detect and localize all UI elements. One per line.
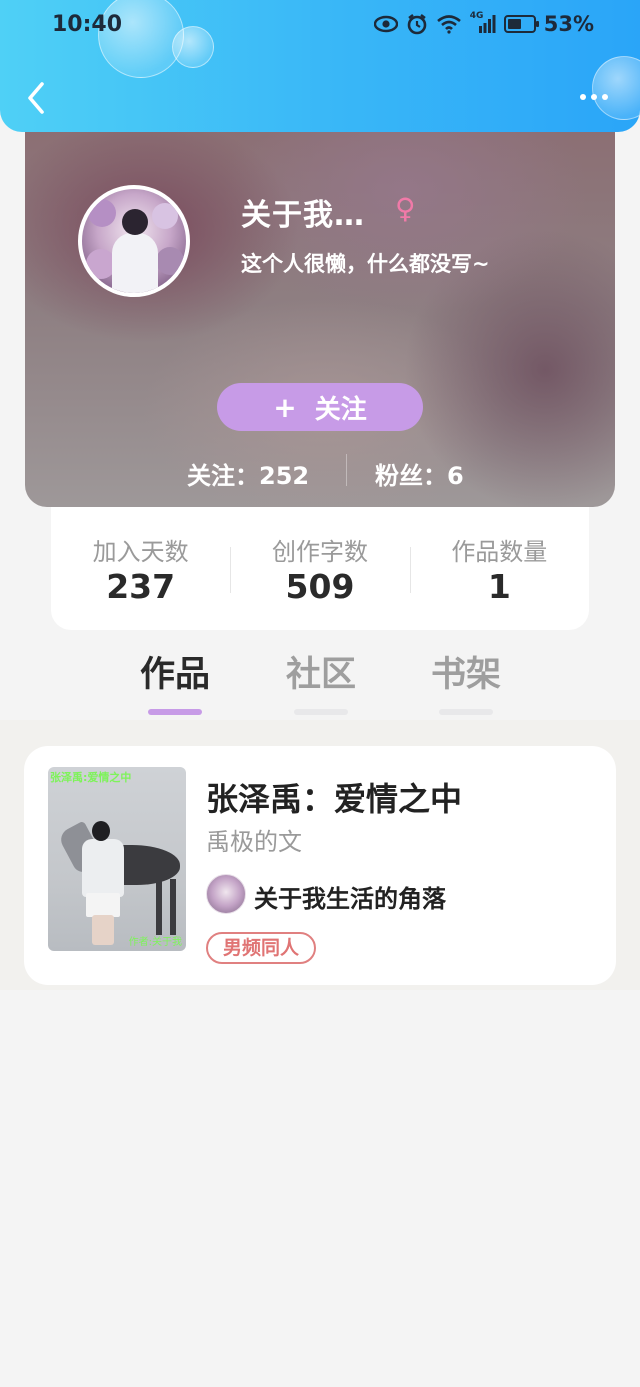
divider [230,547,231,593]
avatar-decor [88,199,116,227]
work-title: 张泽禹：爱情之中 [206,780,463,818]
stat-value: 237 [106,567,176,606]
eye-icon [373,15,398,33]
divider [346,454,347,486]
profile-header-card: 关于我… ♀ 这个人很懒，什么都没写~ + 关注 关注：252 粉丝：6 [25,110,615,507]
author-avatar [206,874,246,914]
stat-value: 1 [487,567,511,606]
cover-art [156,879,162,935]
tab-indicator [148,709,202,715]
chevron-left-icon [28,82,44,114]
alarm-icon [407,14,427,35]
avatar-person [112,233,158,293]
cellular-signal-icon: 4G [470,11,496,34]
tab-label: 社区 [285,655,356,695]
fans-count[interactable]: 粉丝：6 [375,456,464,491]
tab-label: 作品 [139,655,210,695]
author-stats-card: 加入天数 237 创作字数 509 作品数量 1 [51,507,589,630]
battery-icon [503,15,539,33]
cover-art [86,893,120,917]
tab-indicator [294,709,348,715]
more-options-button[interactable] [574,84,614,110]
more-dot [602,94,608,100]
top-header: 10:40 4G 53% [0,0,640,132]
divider [410,547,411,593]
cover-author-text: 作者:关于我 [128,937,182,948]
wifi-icon [436,15,461,34]
profile-signature: 这个人很懒，什么都没写~ [241,252,490,276]
avatar-decor [156,247,184,275]
profile-nickname: 关于我… [241,198,365,233]
status-icons: 4G 53% [373,11,594,36]
cover-art [92,915,114,945]
cover-title-text: 张泽禹:爱情之中 [50,771,132,784]
status-bar: 10:40 4G 53% [0,0,640,52]
stat-label: 加入天数 [92,538,189,566]
stat-word-count: 创作字数 509 [230,507,409,630]
plus-icon: + [273,390,297,424]
avatar-person [122,209,148,235]
tab-bookshelf[interactable]: 书架 [411,646,521,715]
follow-stats: 关注：252 粉丝：6 [25,450,615,490]
tab-community[interactable]: 社区 [266,646,376,715]
cover-art [82,839,124,897]
more-dot [591,94,597,100]
follow-button-label: 关注 [314,394,367,425]
stat-label: 作品数量 [451,538,548,566]
tab-label: 书架 [430,655,501,695]
stat-join-days: 加入天数 237 [51,507,230,630]
author-name: 关于我生活的角落 [254,885,446,913]
following-count[interactable]: 关注：252 [187,456,309,491]
avatar[interactable] [78,185,190,297]
work-card[interactable]: 张泽禹:爱情之中 作者:关于我 张泽禹：爱情之中 禹极的文 关于我生活的角落 男… [24,746,616,985]
tab-indicator [439,709,493,715]
more-dot [580,94,586,100]
female-gender-icon: ♀ [395,192,416,225]
stat-value: 509 [285,567,355,606]
genre-tag[interactable]: 男频同人 [206,932,317,964]
tab-works[interactable]: 作品 [120,646,230,715]
back-button[interactable] [18,78,54,118]
work-subtitle: 禹极的文 [206,828,302,856]
avatar-decor [152,203,178,229]
cover-art [170,879,176,935]
stat-label: 创作字数 [271,538,368,566]
follow-button[interactable]: + 关注 [217,383,423,431]
status-time: 10:40 [52,12,123,37]
cover-art [92,821,110,841]
stat-works-count: 作品数量 1 [410,507,589,630]
battery-percent: 53% [543,12,594,36]
profile-tabs: 作品 社区 书架 [0,640,640,720]
book-cover[interactable]: 张泽禹:爱情之中 作者:关于我 [48,767,186,951]
